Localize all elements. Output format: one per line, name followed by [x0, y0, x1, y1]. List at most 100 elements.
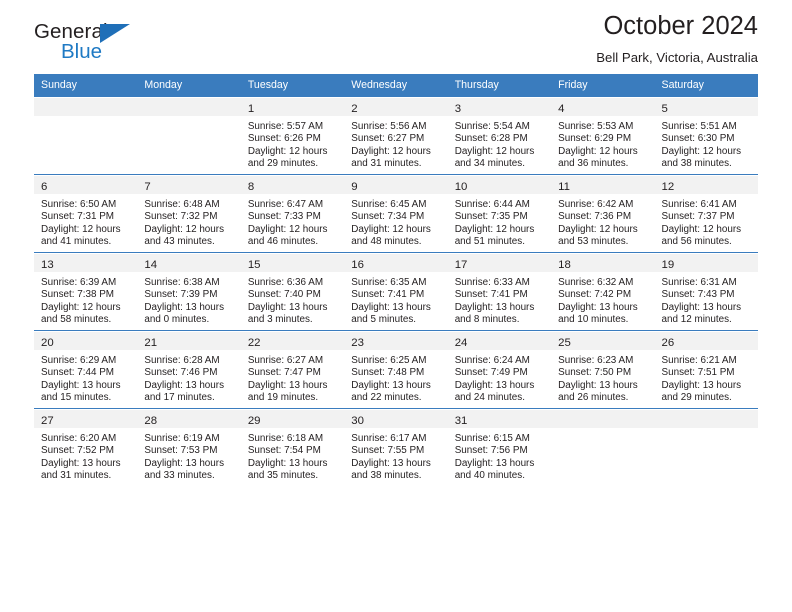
day-details: Sunrise: 6:21 AM Sunset: 7:51 PM Daylight:…: [662, 355, 752, 405]
calendar-day-cell[interactable]: 7 Sunrise: 6:48 AM Sunset: 7:32 PM Daylight…: [137, 174, 241, 252]
calendar-week-row: 6 Sunrise: 6:50 AM Sunset: 7:31 PM Daylight…: [34, 174, 758, 252]
calendar-day-cell[interactable]: 10 Sunrise: 6:44 AM Sunset: 7:35 PM Dayligh…: [447, 174, 552, 252]
day-number: 28: [144, 415, 158, 427]
sunrise-time: Sunrise: 6:44 AM: [454, 199, 530, 210]
calendar-day-cell[interactable]: 1 Sunrise: 5:57 AM Sunset: 6:26 PM Daylight…: [240, 96, 345, 174]
logo-triangle-icon: [100, 24, 130, 43]
day-number: 12: [661, 181, 675, 193]
calendar-day-cell[interactable]: 30 Sunrise: 6:17 AM Sunset: 7:55 PM Dayligh…: [344, 408, 448, 486]
sunrise-time: Sunrise: 5:57 AM: [247, 121, 324, 132]
daylight-minutes: and 36 minutes.: [558, 158, 629, 170]
day-number: 31: [454, 415, 468, 427]
sunset-time: Sunset: 6:28 PM: [454, 133, 528, 145]
sunrise-time: Sunrise: 6:47 AM: [247, 199, 324, 210]
sunrise-time: Sunrise: 6:18 AM: [247, 433, 324, 444]
day-cell-content: 28 Sunrise: 6:19 AM Sunset: 7:53 PM Dayligh…: [137, 408, 241, 486]
day-details: Sunrise: 6:28 AM Sunset: 7:46 PM Daylight:…: [144, 355, 234, 405]
day-cell-content: 12 Sunrise: 6:41 AM Sunset: 7:37 PM Dayligh…: [654, 174, 758, 252]
day-number: 16: [351, 259, 364, 271]
daylight-hours: Daylight: 12 hours: [41, 223, 121, 235]
daylight-minutes: and 31 minutes.: [351, 158, 422, 170]
day-number: 3: [454, 103, 462, 115]
day-number: 24: [454, 337, 468, 349]
day-details: Sunrise: 5:57 AM Sunset: 6:26 PM Daylight:…: [248, 121, 338, 171]
day-details: Sunrise: 6:33 AM Sunset: 7:41 PM Daylight:…: [455, 277, 545, 327]
sunset-time: Sunset: 7:31 PM: [41, 211, 115, 223]
calendar-day-cell[interactable]: 20 Sunrise: 6:29 AM Sunset: 7:44 PM Dayligh…: [34, 330, 138, 408]
calendar-day-cell[interactable]: 17 Sunrise: 6:33 AM Sunset: 7:41 PM Dayligh…: [447, 252, 552, 330]
calendar-day-cell[interactable]: 12 Sunrise: 6:41 AM Sunset: 7:37 PM Dayligh…: [654, 174, 758, 252]
daylight-hours: Daylight: 13 hours: [144, 301, 225, 313]
day-details: Sunrise: 6:36 AM Sunset: 7:40 PM Daylight:…: [248, 277, 338, 327]
calendar-day-cell[interactable]: 22 Sunrise: 6:27 AM Sunset: 7:47 PM Dayligh…: [240, 330, 345, 408]
day-details: Sunrise: 6:38 AM Sunset: 7:39 PM Daylight:…: [144, 277, 234, 327]
daylight-hours: Daylight: 12 hours: [558, 223, 638, 235]
daylight-hours: Daylight: 13 hours: [558, 379, 638, 391]
sunset-time: Sunset: 7:32 PM: [144, 211, 218, 223]
calendar-day-cell: [551, 408, 655, 486]
calendar-day-cell[interactable]: 14 Sunrise: 6:38 AM Sunset: 7:39 PM Dayligh…: [137, 252, 241, 330]
calendar-day-cell[interactable]: 28 Sunrise: 6:19 AM Sunset: 7:53 PM Dayligh…: [137, 408, 241, 486]
calendar-week-row: 1 Sunrise: 5:57 AM Sunset: 6:26 PM Daylight…: [34, 96, 758, 174]
sunset-time: Sunset: 7:50 PM: [558, 367, 632, 379]
daylight-minutes: and 34 minutes.: [454, 158, 525, 170]
calendar-day-cell[interactable]: 9 Sunrise: 6:45 AM Sunset: 7:34 PM Daylight…: [344, 174, 448, 252]
day-cell-content: 3 Sunrise: 5:54 AM Sunset: 6:28 PM Daylight…: [447, 96, 552, 174]
calendar-day-cell[interactable]: 6 Sunrise: 6:50 AM Sunset: 7:31 PM Daylight…: [34, 174, 138, 252]
calendar-day-cell[interactable]: 31 Sunrise: 6:15 AM Sunset: 7:56 PM Dayligh…: [447, 408, 552, 486]
sunset-time: Sunset: 7:55 PM: [351, 445, 425, 457]
calendar-day-cell[interactable]: 11 Sunrise: 6:42 AM Sunset: 7:36 PM Dayligh…: [551, 174, 655, 252]
logo-text-blue: Blue: [61, 40, 103, 63]
sunset-time: Sunset: 7:33 PM: [247, 211, 321, 223]
calendar-day-cell[interactable]: 29 Sunrise: 6:18 AM Sunset: 7:54 PM Dayligh…: [240, 408, 345, 486]
day-details: Sunrise: 6:47 AM Sunset: 7:33 PM Daylight:…: [248, 199, 338, 249]
sunset-time: Sunset: 7:44 PM: [41, 367, 115, 379]
day-details: Sunrise: 6:17 AM Sunset: 7:55 PM Daylight:…: [351, 433, 441, 483]
daylight-hours: Daylight: 13 hours: [144, 379, 225, 391]
weekday-header-tuesday: Tuesday: [240, 74, 345, 96]
calendar-day-cell[interactable]: 16 Sunrise: 6:35 AM Sunset: 7:41 PM Dayligh…: [344, 252, 448, 330]
sunset-time: Sunset: 7:41 PM: [351, 289, 425, 301]
calendar-day-cell[interactable]: 23 Sunrise: 6:25 AM Sunset: 7:48 PM Dayligh…: [344, 330, 448, 408]
daylight-minutes: and 53 minutes.: [558, 236, 629, 248]
daylight-hours: Daylight: 12 hours: [351, 145, 431, 157]
calendar-day-cell[interactable]: 18 Sunrise: 6:32 AM Sunset: 7:42 PM Dayligh…: [551, 252, 655, 330]
empty-day-cell: [654, 408, 758, 486]
calendar-day-cell[interactable]: 5 Sunrise: 5:51 AM Sunset: 6:30 PM Daylight…: [654, 96, 758, 174]
day-cell-content: 23 Sunrise: 6:25 AM Sunset: 7:48 PM Dayligh…: [344, 330, 448, 408]
calendar-day-cell[interactable]: 26 Sunrise: 6:21 AM Sunset: 7:51 PM Dayligh…: [654, 330, 758, 408]
daylight-minutes: and 8 minutes.: [454, 314, 520, 326]
calendar-day-cell[interactable]: 8 Sunrise: 6:47 AM Sunset: 7:33 PM Daylight…: [240, 174, 345, 252]
calendar-day-cell[interactable]: 2 Sunrise: 5:56 AM Sunset: 6:27 PM Daylight…: [344, 96, 448, 174]
sunset-time: Sunset: 7:51 PM: [661, 367, 735, 379]
calendar-day-cell[interactable]: 24 Sunrise: 6:24 AM Sunset: 7:49 PM Dayligh…: [447, 330, 552, 408]
sunset-time: Sunset: 6:26 PM: [247, 133, 321, 145]
calendar-day-cell[interactable]: 21 Sunrise: 6:28 AM Sunset: 7:46 PM Dayligh…: [137, 330, 241, 408]
calendar-day-cell[interactable]: 15 Sunrise: 6:36 AM Sunset: 7:40 PM Dayligh…: [240, 252, 345, 330]
sunset-time: Sunset: 7:37 PM: [661, 211, 735, 223]
sunset-time: Sunset: 7:47 PM: [247, 367, 321, 379]
day-number: 7: [144, 181, 151, 193]
sunrise-time: Sunrise: 6:17 AM: [351, 433, 427, 444]
day-cell-content: 31 Sunrise: 6:15 AM Sunset: 7:56 PM Dayligh…: [447, 408, 552, 486]
calendar-day-cell[interactable]: 4 Sunrise: 5:53 AM Sunset: 6:29 PM Daylight…: [551, 96, 655, 174]
calendar-day-cell[interactable]: 25 Sunrise: 6:23 AM Sunset: 7:50 PM Dayligh…: [551, 330, 655, 408]
daylight-hours: Daylight: 13 hours: [661, 379, 742, 391]
calendar-day-cell[interactable]: 13 Sunrise: 6:39 AM Sunset: 7:38 PM Dayligh…: [34, 252, 138, 330]
empty-day-cell: [137, 96, 241, 174]
calendar-day-cell[interactable]: 3 Sunrise: 5:54 AM Sunset: 6:28 PM Daylight…: [447, 96, 552, 174]
day-cell-content: 5 Sunrise: 5:51 AM Sunset: 6:30 PM Daylight…: [654, 96, 758, 174]
sunset-time: Sunset: 6:30 PM: [661, 133, 735, 145]
day-number: 2: [351, 103, 358, 115]
day-cell-content: 21 Sunrise: 6:28 AM Sunset: 7:46 PM Dayligh…: [137, 330, 241, 408]
calendar-day-cell[interactable]: 27 Sunrise: 6:20 AM Sunset: 7:52 PM Dayligh…: [34, 408, 138, 486]
day-number: 6: [41, 181, 48, 193]
day-cell-content: 30 Sunrise: 6:17 AM Sunset: 7:55 PM Dayligh…: [344, 408, 448, 486]
sunrise-time: Sunrise: 5:53 AM: [558, 121, 634, 132]
sunrise-time: Sunrise: 6:39 AM: [41, 277, 117, 288]
day-details: Sunrise: 6:39 AM Sunset: 7:38 PM Daylight:…: [41, 277, 131, 327]
calendar-day-cell[interactable]: 19 Sunrise: 6:31 AM Sunset: 7:43 PM Dayligh…: [654, 252, 758, 330]
day-number: 5: [661, 103, 668, 115]
day-number: 25: [558, 337, 571, 349]
day-cell-content: 14 Sunrise: 6:38 AM Sunset: 7:39 PM Dayligh…: [137, 252, 241, 330]
